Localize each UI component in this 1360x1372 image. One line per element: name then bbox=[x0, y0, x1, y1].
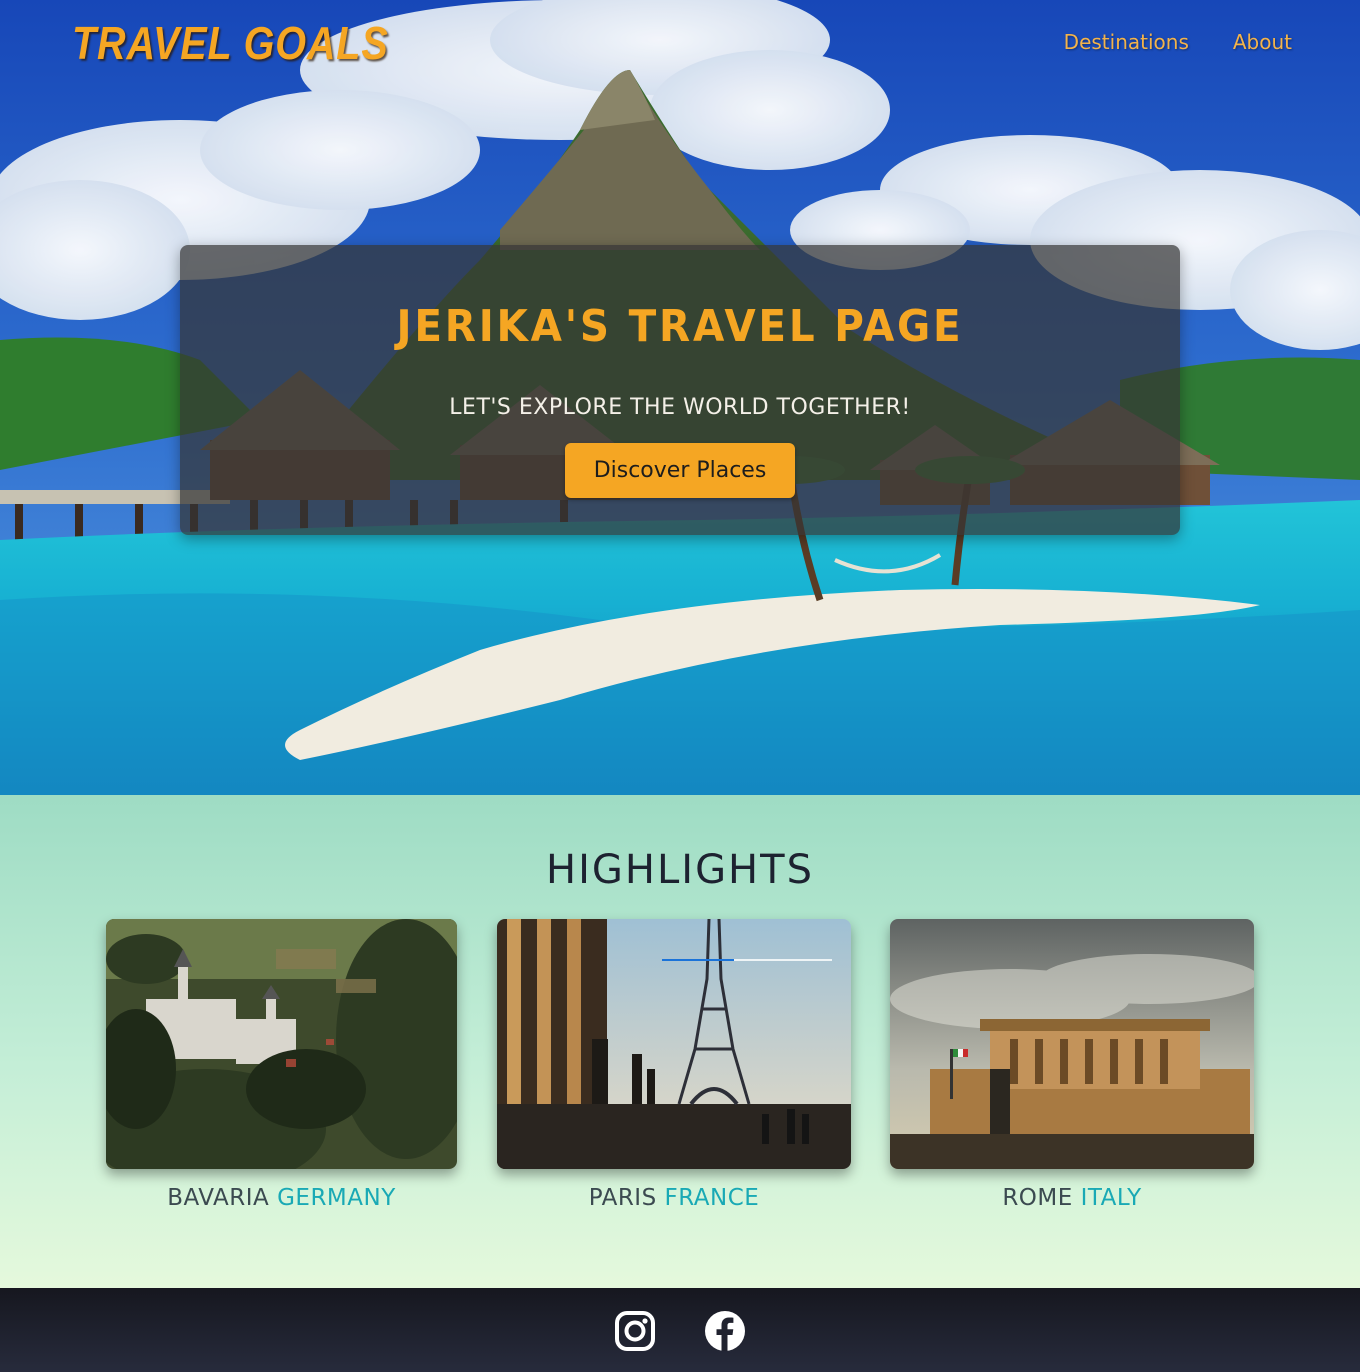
card-image-paris[interactable] bbox=[497, 919, 851, 1169]
highlights-heading: HIGHLIGHTS bbox=[546, 847, 814, 893]
hero-title: JERIKA'S TRAVEL PAGE bbox=[396, 301, 964, 352]
card-city: PARIS bbox=[588, 1185, 657, 1211]
highlights-section: HIGHLIGHTS BAVARIA GERMANY PARIS FRANCE … bbox=[0, 795, 1360, 1288]
hero-section: TRAVEL GOALS Destinations About JERIKA'S… bbox=[0, 0, 1360, 795]
hero-overlay-box: JERIKA'S TRAVEL PAGE LET'S EXPLORE THE W… bbox=[180, 245, 1180, 535]
instagram-icon[interactable] bbox=[614, 1310, 656, 1352]
discover-places-button[interactable]: Discover Places bbox=[565, 443, 795, 498]
card-city: ROME bbox=[1002, 1185, 1073, 1211]
hero-subtitle: LET'S EXPLORE THE WORLD TOGETHER! bbox=[449, 395, 911, 420]
site-logo[interactable]: TRAVEL GOALS bbox=[72, 16, 389, 70]
card-image-rome[interactable] bbox=[890, 919, 1254, 1169]
card-caption-paris: PARIS FRANCE bbox=[497, 1185, 851, 1211]
card-image-bavaria[interactable] bbox=[106, 919, 457, 1169]
nav-link-destinations[interactable]: Destinations bbox=[1064, 30, 1189, 54]
card-country[interactable]: GERMANY bbox=[277, 1185, 396, 1211]
card-caption-rome: ROME ITALY bbox=[890, 1185, 1254, 1211]
card-country[interactable]: ITALY bbox=[1081, 1185, 1142, 1211]
card-country[interactable]: FRANCE bbox=[665, 1185, 760, 1211]
card-city: BAVARIA bbox=[167, 1185, 270, 1211]
facebook-icon[interactable] bbox=[704, 1310, 746, 1352]
main-nav: Destinations About bbox=[1064, 30, 1292, 54]
card-caption-bavaria: BAVARIA GERMANY bbox=[106, 1185, 457, 1211]
nav-link-about[interactable]: About bbox=[1233, 30, 1292, 54]
site-footer bbox=[0, 1288, 1360, 1372]
